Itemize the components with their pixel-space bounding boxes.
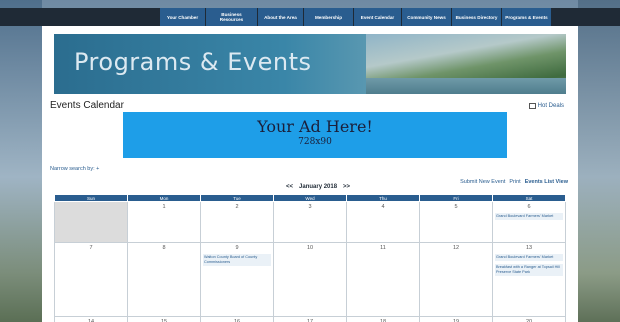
submit-event-link[interactable]: Submit New Event [460,179,505,185]
nav-about-the-area[interactable]: About the Area [258,8,304,26]
event-link[interactable]: Grand Boulevard Farmers' Market [495,213,563,220]
calendar-links: Submit New Event Print Events List View [460,179,568,185]
banner-photo [366,34,566,94]
hot-deals-link[interactable]: Hot Deals [528,103,564,109]
list-view-link[interactable]: Events List View [525,179,568,185]
calendar-cell[interactable]: 20 [492,316,566,322]
nav-your-chamber[interactable]: Your Chamber [160,8,206,26]
page-content: Programs & Events Events Calendar Hot De… [42,26,578,322]
current-month: January 2018 [299,184,338,190]
day-number: 3 [308,204,312,210]
calendar-cell[interactable]: 16 [200,316,274,322]
ad-size: 728x90 [298,137,332,147]
event-link[interactable]: Grand Boulevard Farmers' Market [495,254,563,261]
nav-membership[interactable]: Membership [304,8,354,26]
calendar-cell[interactable]: 9 Walton County Board of County Commissi… [200,242,274,317]
day-number: 11 [380,245,386,251]
ad-banner[interactable]: Your Ad Here! 728x90 [123,112,507,158]
calendar-cell[interactable]: 10 [273,242,347,317]
banner-title: Programs & Events [74,48,312,76]
next-month-button[interactable]: >> [343,184,350,190]
day-number: 5 [454,204,458,210]
day-number: 8 [162,245,166,251]
nav-business-resources[interactable]: Business Resources [206,8,258,26]
day-number: 10 [306,245,314,251]
day-number: 9 [235,245,239,251]
hot-deals-label: Hot Deals [537,103,564,109]
day-number: 13 [525,245,533,251]
nav-business-directory[interactable]: Business Directory [452,8,502,26]
calendar-cell[interactable]: 13 Grand Boulevard Farmers' Market Break… [492,242,566,317]
calendar-cell [54,201,128,243]
deals-icon [528,103,536,109]
day-header: Thu [346,194,420,202]
nav-community-news[interactable]: Community News [402,8,452,26]
day-number: 6 [527,204,531,210]
month-navigator: << January 2018 >> [286,184,350,190]
ad-headline: Your Ad Here! [257,117,373,136]
day-number: 1 [162,204,166,210]
day-number: 7 [89,245,93,251]
prev-month-button[interactable]: << [286,184,293,190]
nav-programs-events[interactable]: Programs & Events [502,8,552,26]
day-number: 12 [452,245,460,251]
calendar-cell[interactable]: 7 [54,242,128,317]
day-number: 2 [235,204,239,210]
header-banner: Programs & Events [54,34,566,94]
event-link[interactable]: Walton County Board of County Commission… [203,254,271,266]
calendar-cell[interactable]: 18 [346,316,420,322]
calendar-cell[interactable]: 19 [419,316,493,322]
calendar-cell[interactable]: 4 [346,201,420,243]
day-header: Fri [419,194,493,202]
calendar-cell[interactable]: 15 [127,316,201,322]
calendar-cell[interactable]: 1 [127,201,201,243]
event-link[interactable]: Breakfast with a Ranger at Topsail Hill … [495,264,563,276]
narrow-search-toggle[interactable]: Narrow search by: + [50,166,99,172]
nav-event-calendar[interactable]: Event Calendar [354,8,402,26]
calendar-cell[interactable]: 3 [273,201,347,243]
day-header: Tue [200,194,274,202]
calendar-cell[interactable]: 11 [346,242,420,317]
calendar-cell[interactable]: 6 Grand Boulevard Farmers' Market [492,201,566,243]
calendar-cell[interactable]: 2 [200,201,274,243]
background-right [578,0,620,322]
calendar-grid: Sun Mon Tue Wed Thu Fri Sat 1 2 3 4 5 6 … [54,194,566,322]
day-number: 4 [381,204,385,210]
background-left [0,0,42,322]
calendar-cell[interactable]: 8 [127,242,201,317]
calendar-cell[interactable]: 14 [54,316,128,322]
day-header: Sun [54,194,128,202]
main-nav: Your Chamber Business Resources About th… [160,8,552,26]
print-link[interactable]: Print [509,179,520,185]
day-header: Wed [273,194,347,202]
day-header: Mon [127,194,201,202]
calendar-cell[interactable]: 17 [273,316,347,322]
calendar-cell[interactable]: 5 [419,201,493,243]
calendar-cell[interactable]: 12 [419,242,493,317]
page-title: Events Calendar [50,100,124,111]
day-header: Sat [492,194,566,202]
